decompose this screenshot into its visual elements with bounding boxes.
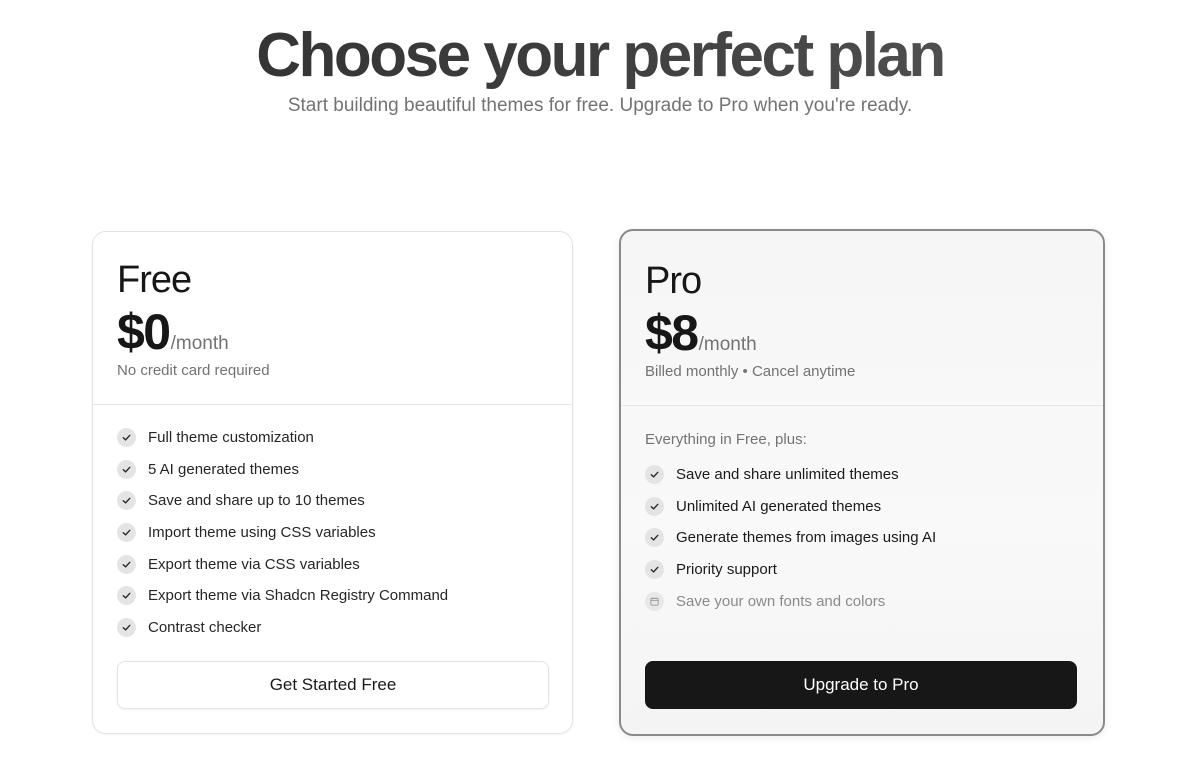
feature-item: Priority support bbox=[645, 554, 936, 586]
plan-header-free: Free $0 /month No credit card required bbox=[93, 232, 572, 405]
page-title: Choose your perfect plan bbox=[0, 20, 1200, 92]
feature-item: Export theme via CSS variables bbox=[117, 548, 448, 580]
feature-item: 5 AI generated themes bbox=[117, 454, 448, 486]
check-icon bbox=[645, 465, 664, 485]
feature-item: Export theme via Shadcn Registry Command bbox=[117, 580, 448, 612]
check-icon bbox=[117, 491, 136, 511]
feature-item: Import theme using CSS variables bbox=[117, 517, 448, 549]
plan-note: Billed monthly • Cancel anytime bbox=[645, 363, 856, 380]
feature-label: Contrast checker bbox=[148, 618, 262, 636]
feature-label: Full theme customization bbox=[148, 429, 314, 447]
feature-label: Generate themes from images using AI bbox=[676, 529, 937, 547]
upgrade-to-pro-button[interactable]: Upgrade to Pro bbox=[645, 661, 1077, 709]
plan-price: $8 bbox=[645, 305, 699, 361]
feature-label: Save and share up to 10 themes bbox=[148, 492, 365, 510]
check-icon bbox=[117, 554, 136, 574]
feature-label: Unlimited AI generated themes bbox=[676, 497, 882, 515]
plan-price: $0 bbox=[117, 304, 171, 360]
check-icon bbox=[117, 459, 136, 479]
check-icon bbox=[645, 496, 664, 516]
feature-label: Save your own fonts and colors bbox=[676, 592, 886, 610]
feature-label: Save and share unlimited themes bbox=[676, 466, 899, 484]
feature-item: Contrast checker bbox=[117, 612, 448, 644]
plan-card-free: Free $0 /month No credit card required F… bbox=[92, 231, 573, 734]
feature-item: Save and share unlimited themes bbox=[645, 459, 936, 491]
plan-note: No credit card required bbox=[117, 362, 270, 379]
plan-name: Pro bbox=[645, 260, 702, 302]
get-started-free-button[interactable]: Get Started Free bbox=[117, 661, 549, 709]
check-icon bbox=[117, 586, 136, 606]
page-subtitle: Start building beautiful themes for free… bbox=[287, 95, 913, 116]
feature-item: Unlimited AI generated themes bbox=[645, 491, 936, 523]
feature-item: Save and share up to 10 themes bbox=[117, 485, 448, 517]
plan-period: /month bbox=[698, 334, 757, 355]
feature-item: Save your own fonts and colors bbox=[645, 585, 936, 617]
feature-list-free: Full theme customization 5 AI generated … bbox=[117, 422, 448, 643]
feature-label: Export theme via CSS variables bbox=[148, 555, 360, 573]
feature-item: Generate themes from images using AI bbox=[645, 522, 936, 554]
calendar-icon bbox=[645, 591, 664, 611]
feature-label: Import theme using CSS variables bbox=[148, 524, 376, 542]
plan-card-pro: Pro $8 /month Billed monthly • Cancel an… bbox=[619, 229, 1105, 736]
feature-label: 5 AI generated themes bbox=[148, 460, 299, 478]
feature-item: Full theme customization bbox=[117, 422, 448, 454]
check-icon bbox=[645, 528, 664, 548]
feature-list-pro: Save and share unlimited themes Unlimite… bbox=[645, 459, 936, 617]
check-icon bbox=[117, 523, 136, 543]
check-icon bbox=[117, 428, 136, 448]
feature-label: Export theme via Shadcn Registry Command bbox=[148, 587, 449, 605]
features-intro: Everything in Free, plus: bbox=[645, 431, 807, 448]
plan-period: /month bbox=[170, 333, 229, 354]
plan-name: Free bbox=[117, 259, 192, 301]
check-icon bbox=[117, 617, 136, 637]
price-row: $0 /month bbox=[117, 302, 229, 362]
plan-header-pro: Pro $8 /month Billed monthly • Cancel an… bbox=[621, 231, 1103, 406]
feature-label: Priority support bbox=[676, 561, 777, 579]
check-icon bbox=[645, 560, 664, 580]
price-row: $8 /month bbox=[645, 303, 757, 363]
